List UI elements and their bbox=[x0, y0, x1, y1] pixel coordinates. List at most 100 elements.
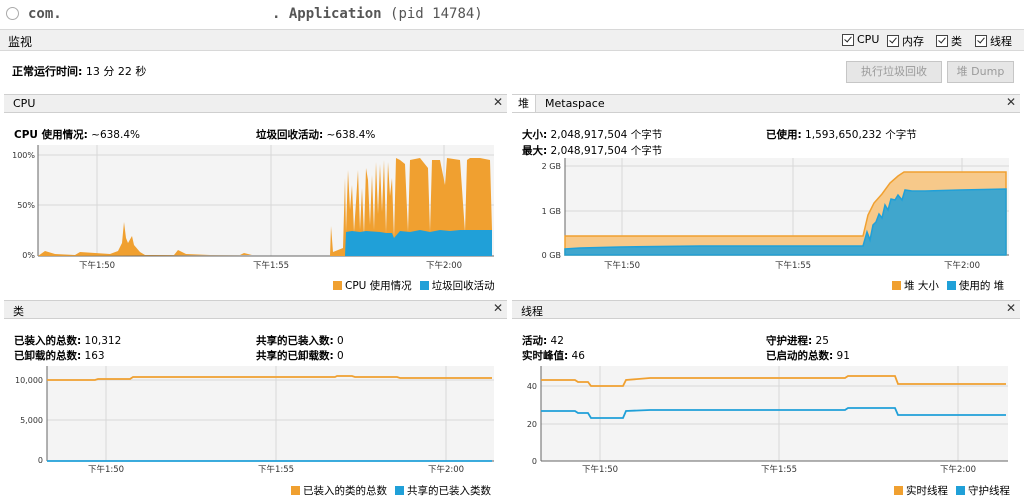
heap-used-stat: 已使用: 1,593,650,232 个字节 bbox=[766, 127, 917, 142]
classes-y-tick-label: 5,000 bbox=[20, 416, 43, 425]
checkbox-icon bbox=[936, 35, 948, 47]
legend-swatch bbox=[892, 281, 901, 290]
heap-y-tick-label: 0 GB bbox=[542, 251, 561, 260]
checkbox-threads-label: 线程 bbox=[990, 35, 1012, 48]
close-icon[interactable]: ✕ bbox=[1006, 301, 1016, 315]
uptime: 正常运行时间: 13 分 22 秒 bbox=[12, 63, 146, 79]
threads-chart-plot-area bbox=[541, 366, 1008, 461]
threads-legend: 实时线程 守护线程 bbox=[894, 483, 1010, 498]
gc-activity-area bbox=[345, 230, 492, 256]
threads-started-label: 已启动的总数: bbox=[766, 350, 834, 362]
legend-label: 已装入的类的总数 bbox=[303, 485, 387, 497]
classes-loaded-value: 10,312 bbox=[84, 335, 122, 347]
threads-daemon-value: 25 bbox=[815, 335, 829, 347]
legend-swatch bbox=[291, 486, 300, 495]
shared-loaded-label: 共享的已装入数: bbox=[256, 335, 334, 347]
checkbox-cpu[interactable]: CPU bbox=[842, 33, 879, 46]
heap-legend: 堆 大小 使用的 堆 bbox=[892, 278, 1004, 293]
threads-peak-stat: 实时峰值: 46 bbox=[522, 348, 585, 363]
perform-gc-button[interactable]: 执行垃圾回收 bbox=[846, 61, 942, 83]
checkbox-memory-label: 内存 bbox=[902, 35, 924, 48]
legend-swatch bbox=[946, 281, 956, 290]
classes-legend: 已装入的类的总数 共享的已装入类数 bbox=[291, 483, 491, 498]
cpu-x-tick-label: 下午1:50 bbox=[79, 260, 115, 271]
classes-loaded-label: 已装入的总数: bbox=[14, 335, 82, 347]
heap-used-label: 已使用: bbox=[766, 129, 802, 141]
app-title-prefix: com. bbox=[28, 6, 62, 22]
checkbox-icon bbox=[887, 35, 899, 47]
app-title: . Application (pid 14784) bbox=[272, 6, 483, 22]
cpu-legend: CPU 使用情况 垃圾回收活动 bbox=[333, 278, 495, 293]
close-icon[interactable]: ✕ bbox=[493, 301, 503, 315]
app-icon bbox=[6, 7, 19, 20]
window-title-bar: com. . Application (pid 14784) bbox=[0, 0, 1024, 28]
legend-swatch bbox=[419, 281, 429, 290]
shared-unloaded-label: 共享的已卸载数: bbox=[256, 350, 334, 362]
monitor-toolbar: 监视 CPU 内存 类 线程 bbox=[0, 29, 1024, 51]
legend-label: 使用的 堆 bbox=[958, 280, 1005, 292]
threads-peak-label: 实时峰值: bbox=[522, 350, 569, 362]
heap-y-tick-label: 2 GB bbox=[542, 162, 561, 171]
classes-unloaded-value: 163 bbox=[84, 350, 105, 362]
close-icon[interactable]: ✕ bbox=[493, 95, 503, 109]
heap-dump-button[interactable]: 堆 Dump bbox=[947, 61, 1014, 83]
classes-x-tick-label: 下午1:50 bbox=[88, 464, 124, 475]
uptime-value: 13 分 22 秒 bbox=[85, 65, 147, 78]
legend-swatch bbox=[956, 486, 965, 495]
cpu-chart: 100% 50% 0% 下午1:50 下午1:55 下午2:00 bbox=[12, 145, 494, 271]
threads-x-tick-label: 下午1:50 bbox=[582, 464, 618, 475]
threads-y-tick-label: 20 bbox=[527, 420, 537, 429]
classes-unloaded-label: 已卸载的总数: bbox=[14, 350, 82, 362]
threads-live-stat: 活动: 42 bbox=[522, 333, 564, 348]
monitor-label: 监视 bbox=[8, 35, 33, 49]
legend-label: 守护线程 bbox=[968, 485, 1010, 497]
shared-loaded-stat: 共享的已装入数: 0 bbox=[256, 333, 344, 348]
checkbox-memory[interactable]: 内存 bbox=[887, 33, 924, 49]
cpu-y-tick-label: 100% bbox=[12, 151, 35, 160]
threads-peak-value: 46 bbox=[571, 350, 585, 362]
threads-live-value: 42 bbox=[550, 335, 564, 347]
checkbox-classes-label: 类 bbox=[951, 35, 962, 48]
legend-swatch bbox=[333, 281, 342, 290]
uptime-label: 正常运行时间: bbox=[12, 65, 83, 78]
heap-x-tick-label: 下午1:55 bbox=[775, 260, 811, 271]
threads-panel-title: 线程 bbox=[521, 305, 543, 318]
cpu-panel-title: CPU bbox=[13, 97, 36, 110]
heap-y-tick-label: 1 GB bbox=[542, 207, 561, 216]
classes-panel-header: 类 ✕ bbox=[4, 300, 507, 319]
heap-size-label: 大小: bbox=[522, 129, 548, 141]
cpu-x-tick-label: 下午2:00 bbox=[426, 260, 462, 271]
heap-size-value: 2,048,917,504 个字节 bbox=[550, 129, 663, 141]
legend-label: 垃圾回收活动 bbox=[431, 280, 495, 292]
app-title-name: . Application bbox=[272, 6, 382, 22]
classes-unloaded-stat: 已卸载的总数: 163 bbox=[14, 348, 105, 363]
tab-heap[interactable]: 堆 bbox=[512, 95, 536, 112]
checkbox-cpu-label: CPU bbox=[857, 33, 880, 46]
classes-x-tick-label: 下午2:00 bbox=[428, 464, 464, 475]
memory-panel-header: 堆 Metaspace ✕ bbox=[512, 94, 1020, 113]
cpu-panel-header: CPU ✕ bbox=[4, 94, 507, 113]
checkbox-classes[interactable]: 类 bbox=[936, 33, 962, 49]
checkbox-icon bbox=[842, 33, 854, 46]
legend-swatch bbox=[395, 486, 404, 495]
app-title-pid: (pid 14784) bbox=[390, 6, 483, 22]
threads-y-tick-label: 40 bbox=[527, 382, 537, 391]
classes-panel-title: 类 bbox=[13, 305, 24, 318]
threads-daemon-stat: 守护进程: 25 bbox=[766, 333, 829, 348]
heap-size-stat: 大小: 2,048,917,504 个字节 bbox=[522, 127, 662, 142]
close-icon[interactable]: ✕ bbox=[1006, 95, 1016, 109]
tab-metaspace[interactable]: Metaspace bbox=[539, 95, 611, 112]
legend-swatch bbox=[894, 486, 903, 495]
classes-x-tick-label: 下午1:55 bbox=[258, 464, 294, 475]
cpu-y-tick-label: 50% bbox=[17, 201, 35, 210]
legend-label: 堆 大小 bbox=[904, 280, 939, 292]
threads-started-stat: 已启动的总数: 91 bbox=[766, 348, 850, 363]
checkbox-threads[interactable]: 线程 bbox=[975, 33, 1012, 49]
heap-chart: 2 GB 1 GB 0 GB 下午1:50 下午1:55 下午2:00 bbox=[542, 158, 1009, 271]
classes-loaded-stat: 已装入的总数: 10,312 bbox=[14, 333, 121, 348]
legend-label: CPU 使用情况 bbox=[345, 280, 412, 292]
legend-label: 实时线程 bbox=[906, 485, 948, 497]
cpu-x-tick-label: 下午1:55 bbox=[253, 260, 289, 271]
shared-loaded-value: 0 bbox=[337, 335, 344, 347]
threads-x-tick-label: 下午1:55 bbox=[761, 464, 797, 475]
